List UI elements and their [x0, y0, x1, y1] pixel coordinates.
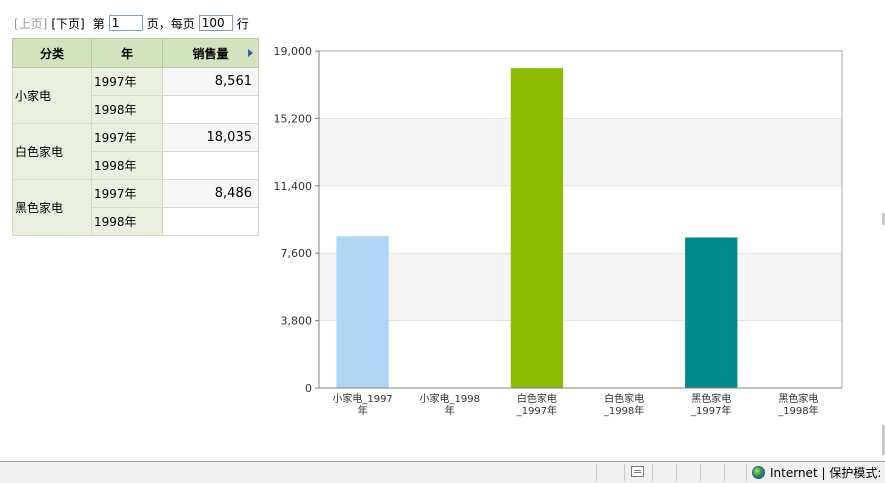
status-divider	[746, 464, 747, 481]
y-tick-label: 19,000	[274, 45, 313, 58]
table-row: 黑色家电 1997年 8,486	[12, 179, 259, 236]
x-tick-label-line: _1998年	[603, 404, 644, 417]
prev-page-link[interactable]: [上页]	[14, 15, 47, 32]
security-zone[interactable]: Internet | 保护模式: 关	[752, 464, 885, 481]
next-page-link[interactable]: [下页]	[51, 15, 84, 32]
x-tick-label-line: 白色家电	[604, 392, 644, 405]
grid-band	[319, 253, 842, 321]
x-tick-label-line: _1997年	[690, 404, 731, 417]
table-row: 白色家电 1997年 18,035	[12, 123, 259, 180]
x-tick-label-line: 黑色家电	[778, 392, 818, 405]
category-cell: 黑色家电	[12, 179, 92, 236]
y-tick-label: 15,200	[274, 112, 313, 125]
sales-bar-chart: 03,8007,60011,40015,20019,000小家电_1997 年小家…	[274, 45, 843, 417]
y-tick-label: 0	[305, 382, 312, 395]
bar	[510, 68, 564, 388]
x-tick-label-line: 年	[445, 404, 455, 417]
x-tick-label-line: _1997年	[516, 404, 557, 417]
page-icon[interactable]	[631, 466, 644, 477]
status-divider	[700, 464, 701, 481]
page-size-suffix-label: 行	[236, 16, 249, 31]
status-divider	[724, 464, 725, 481]
bar	[336, 236, 389, 388]
x-tick-label-line: 小家电_1998	[420, 392, 480, 405]
year-cell: 1997年	[91, 179, 163, 208]
header-year[interactable]: 年	[91, 38, 163, 68]
year-cell: 1998年	[91, 95, 163, 124]
sales-cell: 18,035	[162, 123, 259, 152]
table-row: 小家电 1997年 8,561	[12, 67, 259, 124]
header-sales[interactable]: 销售量	[162, 38, 259, 68]
year-cell: 1998年	[91, 151, 163, 180]
plot-border	[318, 50, 843, 389]
table-header-row: 分类 年 销售量	[12, 38, 259, 68]
security-zone-label: Internet | 保护模式: 关	[770, 466, 885, 480]
page-prefix-label: 第	[92, 16, 105, 31]
y-tick-label: 3,800	[281, 315, 313, 328]
x-tick-label: 黑色家电_1997年	[690, 392, 731, 417]
page-size-input[interactable]	[198, 15, 233, 31]
grid-band	[319, 118, 842, 186]
x-tick-label-line: 小家电_1997	[332, 392, 392, 405]
page-suffix-label: 页，每页	[146, 16, 195, 31]
status-divider	[676, 464, 677, 481]
sales-cell	[162, 95, 259, 124]
sales-cell: 8,561	[162, 67, 259, 96]
page-number-input[interactable]	[108, 15, 143, 31]
status-divider	[624, 464, 625, 481]
pager: [上页] [下页] 第 页，每页 行	[14, 14, 249, 32]
x-tick-label-line: 黑色家电	[691, 392, 731, 405]
status-bar: Internet | 保护模式: 关	[0, 461, 885, 483]
year-cell: 1997年	[91, 67, 163, 96]
x-tick-label-line: 白色家电	[517, 392, 557, 405]
header-sales-label: 销售量	[192, 46, 229, 61]
x-tick-label: 白色家电_1997年	[516, 392, 557, 417]
x-tick-label: 小家电_1997 年	[332, 392, 392, 417]
x-tick-label: 白色家电_1998年	[603, 392, 644, 417]
sales-cell	[162, 207, 259, 236]
globe-icon	[752, 466, 765, 479]
x-tick-label-line: _1998年	[777, 404, 818, 417]
sales-cell	[162, 151, 259, 180]
category-cell: 白色家电	[12, 123, 92, 180]
header-category[interactable]: 分类	[12, 38, 92, 68]
sales-cell: 8,486	[162, 179, 259, 208]
x-tick-label: 小家电_1998 年	[420, 392, 480, 417]
y-tick-label: 7,600	[281, 247, 313, 260]
x-tick-label: 黑色家电_1998年	[777, 392, 818, 417]
year-cell: 1998年	[91, 207, 163, 236]
sort-arrow-icon[interactable]	[248, 49, 253, 57]
status-divider	[652, 464, 653, 481]
year-cell: 1997年	[91, 123, 163, 152]
category-cell: 小家电	[12, 67, 92, 124]
x-tick-label-line: 年	[358, 404, 368, 417]
bar	[685, 237, 738, 388]
y-tick-label: 11,400	[274, 180, 313, 193]
status-divider	[596, 464, 597, 481]
sales-table: 分类 年 销售量 小家电 1997年 8,561 1998年 白色家电 1997…	[12, 38, 259, 236]
